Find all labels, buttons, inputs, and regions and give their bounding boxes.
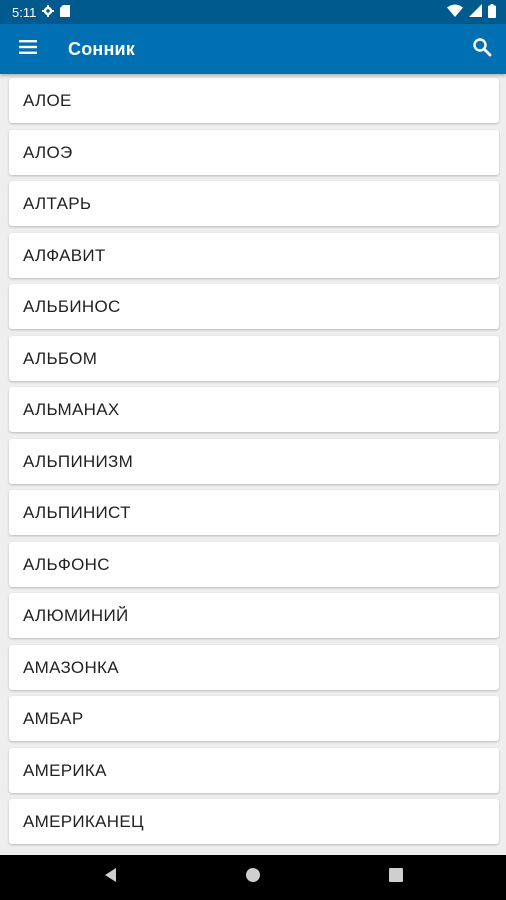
status-right — [447, 3, 496, 21]
app-screen: 5:11 Сонник АЛОЕ АЛОЭ АЛТАРЬ АЛФАВИТ АЛЬ… — [0, 0, 506, 900]
list-item[interactable]: АЛЬПИНИСТ — [9, 490, 499, 535]
list-item[interactable]: АЛОЕ — [9, 78, 499, 123]
list-item[interactable]: АЛЬПИНИЗМ — [9, 439, 499, 484]
signal-icon — [469, 4, 482, 20]
recents-icon — [389, 868, 403, 887]
list-item[interactable]: АЛЬБОМ — [9, 336, 499, 381]
list-item[interactable]: АЛЬМАНАХ — [9, 387, 499, 432]
status-bar: 5:11 — [0, 0, 506, 24]
list-item[interactable]: АМЕРИКАНЕЦ — [9, 799, 499, 844]
back-button[interactable] — [80, 855, 140, 900]
list-item[interactable]: АМЕРИКА — [9, 748, 499, 793]
system-navigation-bar — [0, 855, 506, 900]
recents-button[interactable] — [366, 855, 426, 900]
home-icon — [245, 867, 261, 888]
back-icon — [103, 867, 117, 888]
list-item[interactable]: АМБАР — [9, 696, 499, 741]
battery-icon — [488, 3, 496, 21]
search-icon — [472, 37, 492, 62]
hamburger-menu-icon — [18, 39, 38, 60]
settings-icon — [42, 4, 55, 20]
dream-word-list: АЛОЕ АЛОЭ АЛТАРЬ АЛФАВИТ АЛЬБИНОС АЛЬБОМ… — [0, 74, 506, 855]
home-button[interactable] — [223, 855, 283, 900]
list-item[interactable]: АМАЗОНКА — [9, 645, 499, 690]
list-item[interactable]: АЛЬФОНС — [9, 542, 499, 587]
list-item[interactable]: АЛФАВИТ — [9, 233, 499, 278]
page-title: Сонник — [68, 38, 136, 59]
list-item[interactable]: АЛТАРЬ — [9, 181, 499, 226]
status-left: 5:11 — [12, 4, 71, 20]
list-item[interactable]: АЛОЭ — [9, 130, 499, 175]
list-item[interactable]: АЛЬБИНОС — [9, 284, 499, 329]
menu-button[interactable] — [0, 24, 56, 74]
list-item[interactable]: АЛЮМИНИЙ — [9, 593, 499, 638]
search-button[interactable] — [458, 24, 506, 74]
app-bar: Сонник — [0, 24, 506, 74]
wifi-icon — [447, 4, 463, 20]
status-time: 5:11 — [12, 4, 37, 20]
sd-card-icon — [60, 4, 71, 20]
